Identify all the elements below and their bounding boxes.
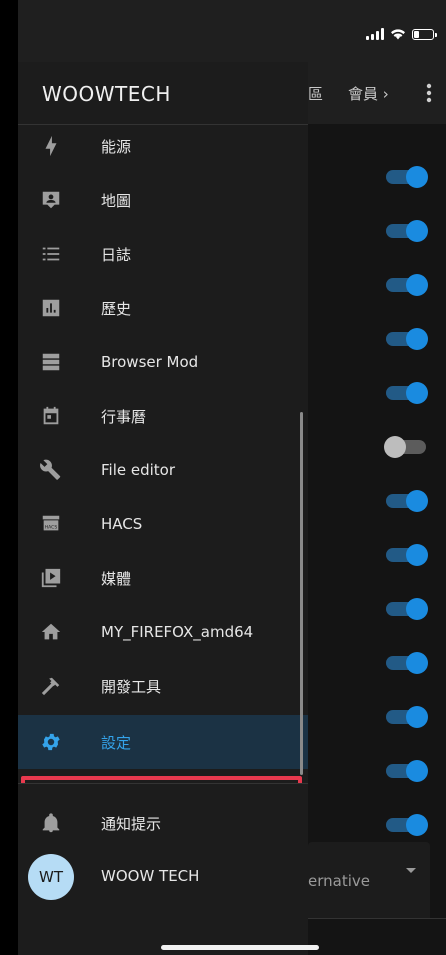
background-toggle[interactable]	[386, 706, 428, 728]
hacs-icon: HACS	[38, 511, 64, 537]
sidebar-item-label: HACS	[101, 515, 143, 533]
sidebar-item-my-firefox[interactable]: MY_FIREFOX_amd64	[18, 605, 308, 659]
background-divider	[308, 918, 446, 919]
hammer-icon	[38, 673, 64, 699]
signal-icon	[366, 28, 384, 40]
sidebar-item-label: 通知提示	[101, 815, 162, 833]
sidebar-item-calendar[interactable]: 行事曆	[18, 389, 308, 443]
sidebar-item-label: 歷史	[101, 299, 132, 318]
background-toggle[interactable]	[386, 760, 428, 782]
phone-screen: 區 會員 › ernative WOOWTECH 能源 地圖 日誌 歷史 Bro…	[18, 0, 446, 955]
calendar-icon	[38, 403, 64, 429]
background-toggle[interactable]	[386, 598, 428, 620]
wrench-icon	[38, 457, 64, 483]
play-box-multiple-icon	[38, 565, 64, 591]
chevron-right-icon: ›	[382, 85, 389, 103]
status-icons	[366, 26, 437, 42]
sidebar-item-history[interactable]: 歷史	[18, 281, 308, 335]
background-toggle[interactable]	[386, 382, 428, 404]
background-toggle[interactable]	[386, 328, 428, 350]
drawer-nav-list: 能源 地圖 日誌 歷史 Browser Mod 行事曆 File editor …	[18, 125, 308, 783]
chevron-down-icon	[406, 868, 416, 873]
navigation-drawer: WOOWTECH 能源 地圖 日誌 歷史 Browser Mod 行事曆 Fil…	[18, 62, 308, 955]
sidebar-item-logbook[interactable]: 日誌	[18, 227, 308, 281]
sidebar-item-label: Browser Mod	[101, 353, 199, 371]
bell-icon	[38, 810, 64, 836]
drawer-title: WOOWTECH	[42, 82, 171, 106]
toggle-knob	[406, 814, 428, 836]
wifi-icon	[391, 29, 405, 40]
background-toggle[interactable]	[386, 814, 428, 836]
status-bar	[18, 0, 446, 62]
background-toggle[interactable]	[386, 544, 428, 566]
sidebar-item-settings[interactable]: 設定	[18, 715, 308, 769]
toggle-knob	[406, 490, 428, 512]
background-toggle[interactable]	[386, 166, 428, 188]
highlight-box	[21, 776, 302, 783]
background-toggle[interactable]	[386, 274, 428, 296]
background-select-value: ernative	[308, 872, 370, 890]
cog-icon	[38, 729, 64, 755]
server-icon	[38, 349, 64, 375]
more-vert-icon[interactable]	[426, 83, 432, 103]
toggle-knob	[406, 760, 428, 782]
background-toggle[interactable]	[386, 652, 428, 674]
toggle-knob	[384, 436, 406, 458]
avatar: WT	[28, 854, 74, 900]
home-icon	[38, 619, 64, 645]
sidebar-item-file-editor[interactable]: File editor	[18, 443, 308, 497]
sidebar-item-notifications[interactable]: 通知提示	[18, 796, 308, 850]
sidebar-item-label: 能源	[101, 137, 132, 156]
battery-icon	[412, 28, 437, 40]
toggle-knob	[406, 220, 428, 242]
user-name: WOOW TECH	[101, 867, 200, 885]
toggle-knob	[406, 652, 428, 674]
background-tab-label: 會員	[348, 85, 379, 103]
toggle-knob	[406, 274, 428, 296]
toggle-knob	[406, 328, 428, 350]
format-list-checks-icon	[38, 241, 64, 267]
sidebar-item-label: 開發工具	[101, 677, 162, 696]
background-tab[interactable]: 區	[308, 83, 323, 104]
sidebar-item-hacs[interactable]: HACS HACS	[18, 497, 308, 551]
toggle-knob	[406, 598, 428, 620]
sidebar-item-media[interactable]: 媒體	[18, 551, 308, 605]
sidebar-item-label: MY_FIREFOX_amd64	[101, 623, 254, 641]
sidebar-item-user-profile[interactable]: WT WOOW TECH	[18, 850, 308, 904]
sidebar-item-label: File editor	[101, 461, 176, 479]
background-toggle[interactable]	[384, 436, 426, 458]
drawer-scrollbar[interactable]	[300, 412, 303, 775]
chart-box-icon	[38, 295, 64, 321]
toggle-knob	[406, 706, 428, 728]
background-tab-member[interactable]: 會員 ›	[348, 83, 389, 104]
sidebar-item-label: 媒體	[101, 569, 132, 588]
lightning-bolt-icon	[38, 133, 64, 159]
sidebar-item-label: 行事曆	[101, 407, 147, 426]
sidebar-item-developer-tools[interactable]: 開發工具	[18, 659, 308, 713]
background-toggle[interactable]	[386, 220, 428, 242]
sidebar-item-browser-mod[interactable]: Browser Mod	[18, 335, 308, 389]
toggle-knob	[406, 166, 428, 188]
background-toggle[interactable]	[386, 490, 428, 512]
account-box-icon	[38, 187, 64, 213]
home-indicator[interactable]	[161, 945, 319, 950]
sidebar-item-label: 日誌	[101, 245, 132, 264]
drawer-divider	[18, 783, 308, 784]
background-select[interactable]: ernative	[308, 842, 430, 919]
sidebar-item-energy[interactable]: 能源	[18, 125, 308, 173]
background-header: 區 會員 ›	[308, 62, 446, 124]
sidebar-item-map[interactable]: 地圖	[18, 173, 308, 227]
toggle-knob	[406, 382, 428, 404]
hacs-icon-text: HACS	[45, 525, 58, 531]
toggle-knob	[406, 544, 428, 566]
sidebar-item-label: 設定	[101, 733, 132, 752]
sidebar-item-label: 地圖	[101, 191, 132, 210]
